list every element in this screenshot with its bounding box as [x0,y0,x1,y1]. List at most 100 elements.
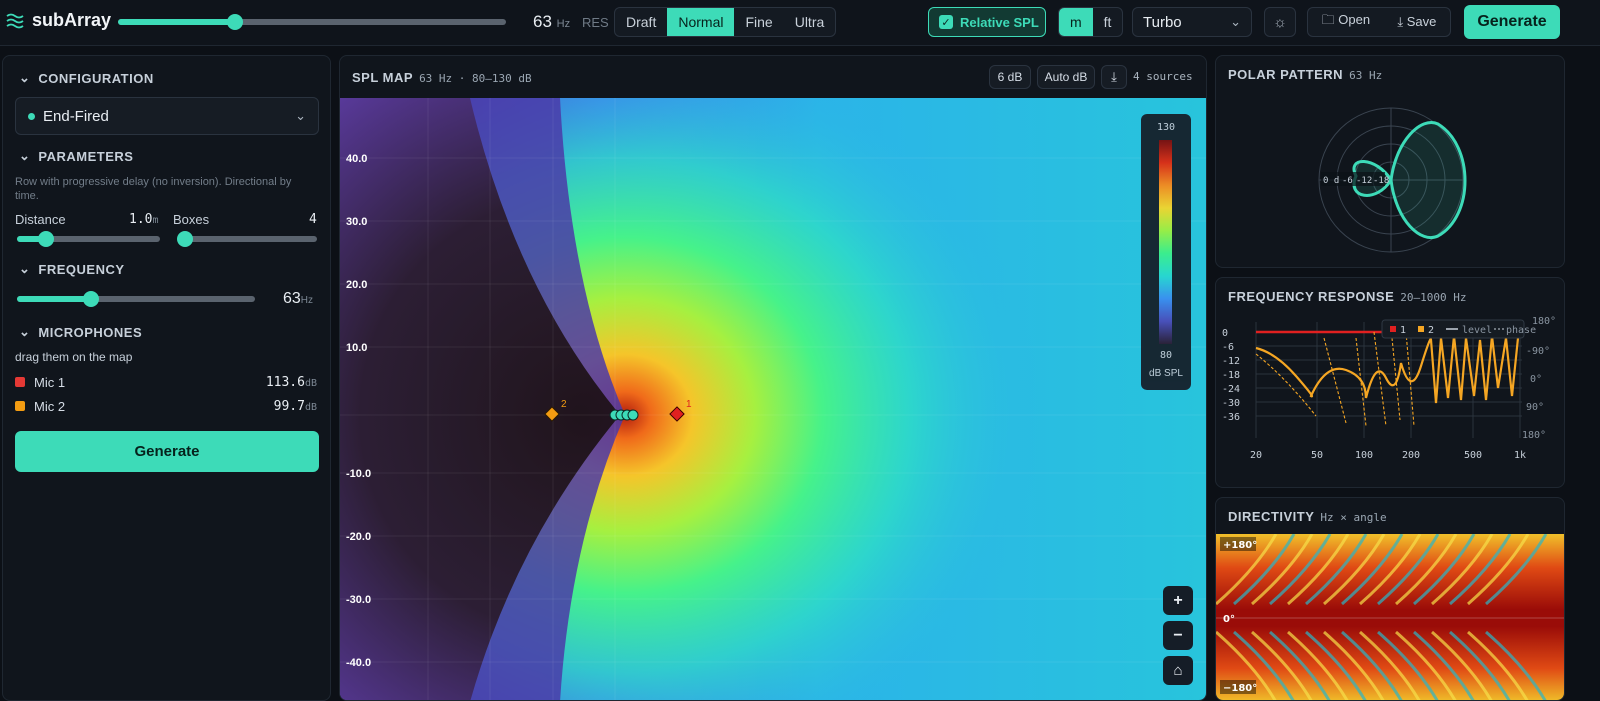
save-button[interactable]: ⤓ Save [1397,14,1436,30]
slider-thumb[interactable] [177,231,194,247]
unit-selector: m ft [1058,7,1124,37]
y-tick-label: -18 [1222,370,1240,381]
configuration-header[interactable]: ⌄ CONFIGURATION [19,70,154,86]
mic-name: Mic 2 [34,398,66,414]
x-tick-label: 20 [1250,450,1262,461]
spl-map-title: SPL MAP [352,70,414,85]
sun-icon: ☼ [1273,13,1287,31]
phase-tick-label: 0° [1530,374,1542,385]
legend-series-1: 1 [1400,325,1406,336]
legend-series-2: 2 [1428,325,1434,336]
slider-thumb[interactable] [82,291,99,307]
zoom-out-button[interactable]: − [1163,621,1193,650]
spl-heatmap[interactable]: 40.0 30.0 20.0 10.0 -10.0 -20.0 -30.0 -4… [340,98,1207,701]
microphones-header[interactable]: ⌄ MICROPHONES [19,324,142,340]
distance-label: Distance [15,212,66,227]
colormap-value: Turbo [1143,13,1182,31]
legend-phase: phase [1506,325,1536,336]
mic-name: Mic 1 [34,374,66,390]
unit-feet[interactable]: ft [1093,8,1123,36]
legend-min: 80 [1159,350,1173,361]
directivity-heatmap: +180° 0° −180° [1216,534,1564,700]
res-option-normal[interactable]: Normal [667,8,735,36]
parameters-title: PARAMETERS [38,148,134,164]
polar-header: POLAR PATTERN 63 Hz [1228,67,1382,82]
polar-title: POLAR PATTERN [1228,67,1344,82]
theme-toggle[interactable]: ☼ [1264,7,1296,37]
res-option-ultra[interactable]: Ultra [784,8,836,36]
speaker-sources[interactable] [609,409,639,421]
file-actions: 🗀 Open ⤓ Save [1307,7,1451,37]
res-option-fine[interactable]: Fine [734,8,783,36]
frequency-title: FREQUENCY [38,261,125,277]
mic-row[interactable]: Mic 2 99.7dB [15,394,317,418]
slider-thumb[interactable] [227,14,243,30]
export-button[interactable]: ⤓ [1101,65,1127,89]
distance-slider[interactable] [17,231,160,247]
y-tick-label: 40.0 [346,153,367,165]
speaker-source[interactable] [627,409,639,421]
frequency-value: 63 [533,12,552,31]
y-tick-label: 20.0 [346,279,367,291]
boxes-label: Boxes [173,212,210,227]
x-tick-label: 1k [1514,450,1526,461]
polar-ring-label: -18 [1373,176,1389,186]
res-option-draft[interactable]: Draft [615,8,667,36]
mic-color-swatch [15,377,25,387]
phase-tick-label: -90° [1526,346,1550,357]
boxes-slider[interactable] [177,231,317,247]
x-tick-label: 500 [1464,450,1482,461]
home-button[interactable]: ⌂ [1163,656,1193,685]
frequency-panel-readout: 63Hz [283,290,313,308]
configuration-title: CONFIGURATION [38,70,154,86]
open-button[interactable]: 🗀 Open [1322,11,1370,33]
microphones-hint: drag them on the map [15,350,133,364]
app-logo: subArray [6,10,111,31]
distance-unit: m [152,215,159,226]
polar-ring-label: -12 [1356,176,1372,186]
frequency-slider-panel[interactable] [17,291,255,307]
distance-readout: 1.0m [129,212,159,227]
frequency-slider[interactable] [118,14,506,30]
phase-tick-label: 90° [1526,402,1544,413]
generate-button[interactable]: Generate [15,431,319,472]
preset-select[interactable]: End-Fired ⌄ [15,97,319,135]
range-button[interactable]: 6 dB [989,65,1031,89]
download-icon: ⤓ [1111,69,1117,84]
mic-row[interactable]: Mic 1 113.6dB [15,370,317,394]
y-tick-label: 0 [1222,328,1228,339]
x-tick-label: 200 [1402,450,1420,461]
frequency-header[interactable]: ⌄ FREQUENCY [19,261,125,277]
angle-label-bottom: −180° [1223,683,1257,694]
save-label: Save [1406,14,1437,29]
relative-spl-toggle[interactable]: ✓ Relative SPL [928,7,1046,37]
app-title: subArray [32,10,112,30]
y-tick-label: -24 [1222,384,1240,395]
frequency-response-chart: 0 -6 -12 -18 -24 -30 -36 180° -90° 0° 90… [1222,316,1556,461]
relative-spl-label: Relative SPL [960,14,1039,30]
slider-thumb[interactable] [37,231,54,247]
generate-button-top[interactable]: Generate [1464,5,1560,39]
polar-ring-label: -6 [1342,176,1353,186]
mic-2-label: 2 [561,399,567,410]
x-tick-label: 50 [1311,450,1323,461]
frequency-readout: 63 Hz [533,12,570,32]
polar-plot: 0 d -6 -12 -18 [1318,107,1467,253]
boxes-value: 4 [309,212,317,227]
chevron-down-icon: ⌄ [1230,14,1241,29]
freqresp-subtitle: 20–1000 Hz [1400,291,1467,304]
unit-meters[interactable]: m [1059,8,1093,36]
colormap-select[interactable]: Turbo ⌄ [1132,7,1252,37]
phase-tick-label: 180° [1522,430,1546,441]
mic-color-swatch [15,401,25,411]
chevron-down-icon: ⌄ [295,108,306,123]
resolution-selector: Draft Normal Fine Ultra [614,7,837,37]
auto-db-button[interactable]: Auto dB [1037,65,1095,89]
y-tick-label: -10.0 [346,468,371,480]
zoom-in-button[interactable]: + [1163,586,1193,615]
color-legend: 130 80 dB SPL [1141,114,1191,390]
sources-count: 4 sources [1133,70,1193,83]
y-tick-label: -36 [1222,412,1240,423]
y-tick-label: -40.0 [346,657,371,669]
parameters-header[interactable]: ⌄ PARAMETERS [19,148,133,164]
